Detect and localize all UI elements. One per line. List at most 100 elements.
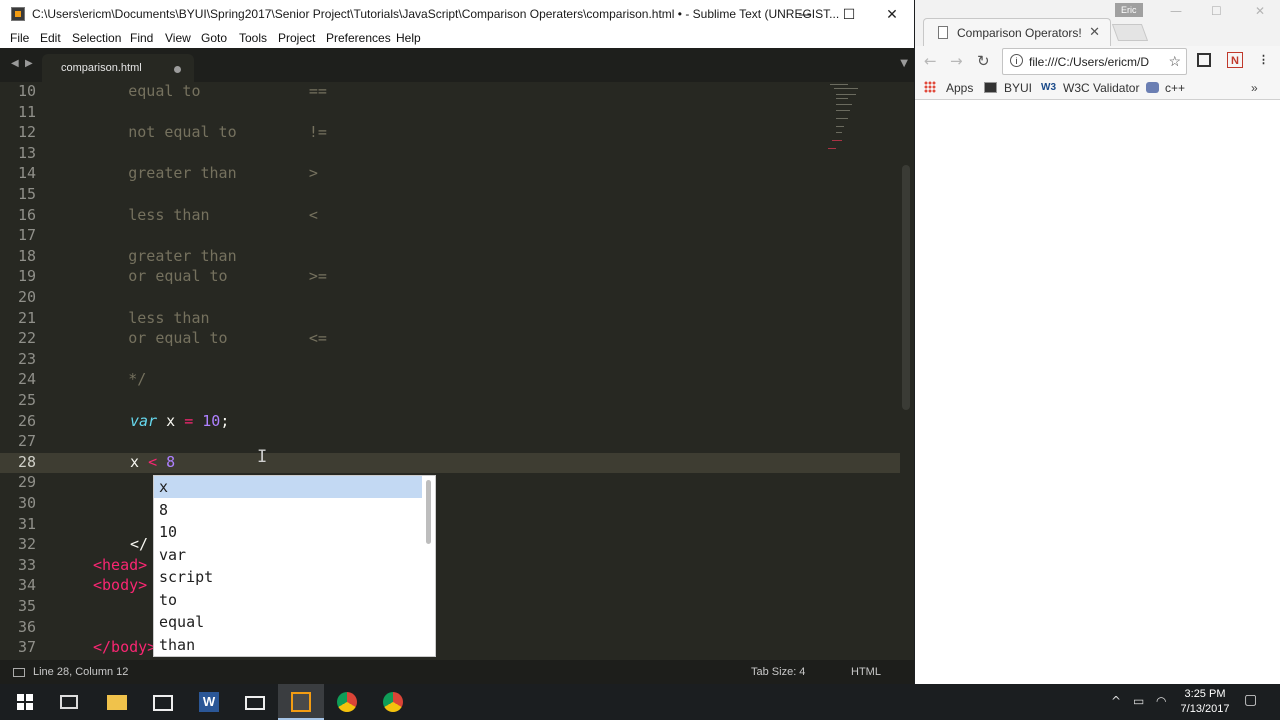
- reload-icon[interactable]: ↻: [977, 52, 990, 70]
- tab-list-dropdown-icon[interactable]: ▼: [900, 58, 908, 69]
- cursor-position: Line 28, Column 12: [33, 666, 129, 678]
- tab-right-arrow-icon[interactable]: ▶: [25, 58, 33, 69]
- bookmark-star-icon[interactable]: ☆: [1168, 53, 1181, 70]
- close-button[interactable]: ✕: [869, 0, 915, 30]
- code-line: 35: [17, 597, 36, 615]
- taskbar-mail[interactable]: [232, 684, 278, 720]
- autocomplete-item[interactable]: 8: [154, 499, 422, 521]
- tab-left-arrow-icon[interactable]: ◀: [11, 58, 19, 69]
- close-tab-icon[interactable]: ✕: [1089, 24, 1100, 40]
- maximize-button[interactable]: ☐: [826, 0, 872, 30]
- code-line: 24 */: [17, 370, 147, 389]
- info-icon[interactable]: i: [1010, 54, 1023, 67]
- code-line: 18 greater than: [17, 246, 237, 265]
- clock-date: 7/13/2017: [1180, 703, 1230, 715]
- address-bar[interactable]: i file:///C:/Users/ericm/D ☆: [1002, 48, 1187, 75]
- chrome-icon: [337, 692, 357, 712]
- bookmark-apps[interactable]: Apps: [946, 81, 973, 95]
- menu-project[interactable]: Project: [278, 31, 315, 45]
- task-view-button[interactable]: [46, 684, 92, 720]
- chrome-close-button[interactable]: ✕: [1255, 4, 1265, 18]
- taskbar-word[interactable]: W: [186, 684, 232, 720]
- start-button[interactable]: [0, 684, 46, 720]
- menu-preferences[interactable]: Preferences: [326, 31, 391, 45]
- code-line: 27: [17, 432, 36, 451]
- code-line: 15: [17, 185, 36, 203]
- menu-tools[interactable]: Tools: [239, 31, 267, 45]
- unsaved-dot-icon[interactable]: [174, 66, 181, 73]
- chrome-menu-icon[interactable]: ⋮: [1258, 52, 1269, 68]
- menu-file[interactable]: File: [10, 31, 29, 45]
- menu-goto[interactable]: Goto: [201, 31, 227, 45]
- autocomplete-item[interactable]: x: [154, 476, 422, 498]
- clock[interactable]: 3:25 PM 7/13/2017: [1170, 687, 1240, 717]
- task-view-icon: [60, 695, 78, 709]
- taskbar-chrome-2[interactable]: [370, 684, 416, 720]
- url-text: file:///C:/Users/ericm/D: [1029, 55, 1150, 69]
- byui-favicon-icon: [984, 82, 997, 93]
- menu-selection[interactable]: Selection: [72, 31, 121, 45]
- chrome-toolbar: ← → ↻ i file:///C:/Users/ericm/D ☆ N ⋮: [915, 46, 1280, 76]
- page-icon: [938, 26, 948, 39]
- more-bookmarks-icon[interactable]: »: [1251, 81, 1258, 95]
- profile-badge[interactable]: Eric: [1115, 3, 1143, 17]
- minimize-button[interactable]: —: [782, 0, 828, 30]
- chrome-maximize-button[interactable]: ☐: [1211, 4, 1222, 18]
- autocomplete-item[interactable]: to: [154, 589, 422, 611]
- power-icon[interactable]: ▭: [1133, 694, 1144, 708]
- autocomplete-popup[interactable]: x 8 10 var script to equal than: [153, 475, 436, 657]
- windows-logo-icon: [17, 694, 33, 710]
- page-content: [915, 101, 1280, 684]
- code-line: 31: [17, 514, 36, 533]
- bookmark-w3c-validator[interactable]: W3C Validator: [1063, 81, 1139, 95]
- wifi-icon[interactable]: ◠: [1156, 694, 1166, 708]
- code-line: 22 or equal to <=: [17, 329, 327, 348]
- new-tab-button[interactable]: [1111, 24, 1149, 41]
- menu-edit[interactable]: Edit: [40, 31, 61, 45]
- tab-size-indicator[interactable]: Tab Size: 4: [751, 666, 805, 678]
- autocomplete-item[interactable]: equal: [154, 611, 422, 633]
- extension-n-icon[interactable]: N: [1227, 52, 1243, 68]
- menu-view[interactable]: View: [165, 31, 191, 45]
- forward-arrow-icon[interactable]: →: [950, 52, 963, 70]
- panel-toggle-icon[interactable]: [13, 668, 25, 677]
- store-bag-icon: [153, 695, 173, 711]
- show-hidden-icons-icon[interactable]: ^: [1111, 694, 1121, 708]
- code-line: 32 </: [17, 535, 149, 554]
- menu-find[interactable]: Find: [130, 31, 153, 45]
- editor-scrollbar[interactable]: [902, 165, 910, 410]
- bookmark-cpp[interactable]: c++: [1165, 81, 1185, 95]
- autocomplete-item[interactable]: var: [154, 544, 422, 566]
- sublime-icon: [291, 692, 311, 712]
- autocomplete-item[interactable]: than: [154, 634, 422, 656]
- word-icon: W: [199, 692, 219, 712]
- autocomplete-scrollbar[interactable]: [426, 480, 431, 544]
- taskbar-chrome-1[interactable]: [324, 684, 370, 720]
- cpp-favicon-icon: [1146, 82, 1159, 93]
- code-line: 10 equal to ==: [17, 82, 327, 100]
- chrome-minimize-button[interactable]: —: [1170, 4, 1182, 18]
- taskbar-sublime-text[interactable]: [278, 684, 324, 720]
- chrome-icon: [383, 692, 403, 712]
- code-line: 30: [17, 494, 36, 512]
- back-arrow-icon[interactable]: ←: [924, 52, 937, 70]
- bookmarks-bar: Apps BYUI W3 W3C Validator c++ »: [915, 76, 1280, 100]
- tab-label: comparison.html: [61, 62, 142, 74]
- bookmark-byui[interactable]: BYUI: [1004, 81, 1032, 95]
- current-code-line: 28 x < 8: [0, 452, 900, 473]
- apps-grid-icon[interactable]: [924, 81, 936, 93]
- chrome-tabstrip: Comparison Operators! ✕ Eric — ☐ ✕: [915, 0, 1280, 46]
- extension-reader-icon[interactable]: [1197, 53, 1211, 67]
- taskbar-file-explorer[interactable]: [94, 684, 140, 720]
- syntax-indicator[interactable]: HTML: [851, 666, 881, 678]
- autocomplete-item[interactable]: 10: [154, 521, 422, 543]
- minimap[interactable]: [826, 82, 870, 162]
- taskbar-store[interactable]: [140, 684, 186, 720]
- code-editor[interactable]: 10 equal to == 11 12 not equal to != 13 …: [0, 82, 914, 660]
- tab-comparison-html[interactable]: comparison.html: [42, 54, 194, 82]
- status-bar: Line 28, Column 12 Tab Size: 4 HTML: [0, 660, 914, 684]
- notifications-icon[interactable]: ▢: [1244, 692, 1257, 708]
- menu-help[interactable]: Help: [396, 31, 421, 45]
- autocomplete-item[interactable]: script: [154, 566, 422, 588]
- chrome-tab[interactable]: Comparison Operators! ✕: [923, 18, 1111, 46]
